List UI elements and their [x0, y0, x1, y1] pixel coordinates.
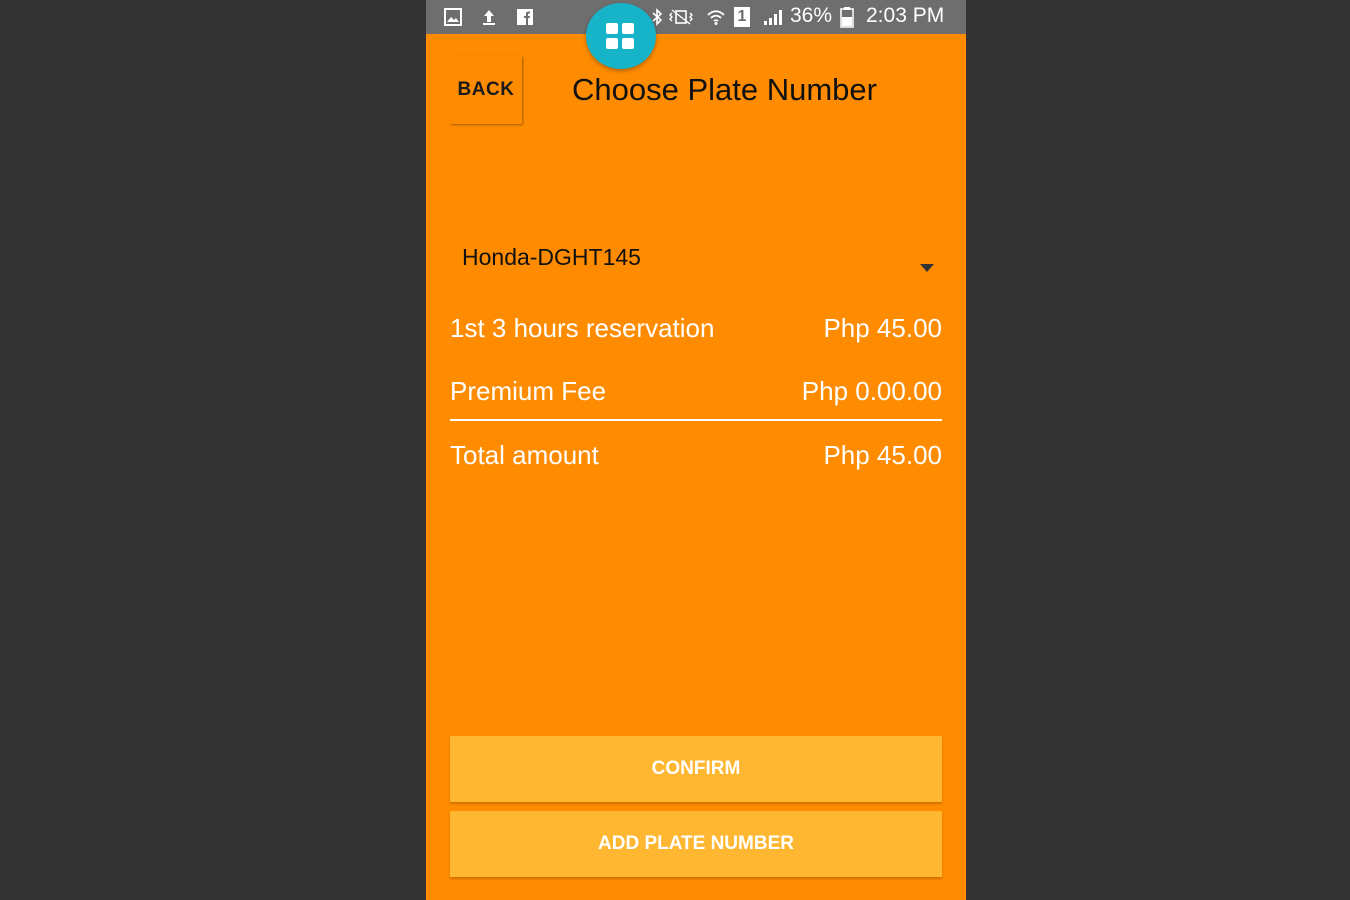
total-amount-row: Total amount Php 45.00: [450, 440, 942, 480]
facebook-icon: [517, 9, 533, 25]
premium-fee-row: Premium Fee Php 0.00.00: [450, 376, 942, 416]
reservation-fee-row: 1st 3 hours reservation Php 45.00: [450, 313, 942, 353]
app-switcher-button[interactable]: [586, 3, 656, 69]
vibrate-icon: [669, 9, 693, 25]
battery-percent: 36%: [790, 4, 833, 27]
confirm-button[interactable]: CONFIRM: [450, 736, 942, 802]
gallery-icon: [444, 8, 462, 26]
dropdown-arrow-icon: [920, 264, 934, 272]
total-amount-value: Php 45.00: [823, 440, 942, 470]
premium-fee-label: Premium Fee: [450, 376, 607, 406]
signal-icon: [764, 10, 782, 25]
reservation-fee-label: 1st 3 hours reservation: [450, 313, 715, 343]
reservation-fee-amount: Php 45.00: [823, 313, 942, 343]
sim-number: 1: [737, 8, 747, 25]
clock: 2:03 PM: [866, 4, 945, 27]
summary-divider: [450, 419, 942, 421]
app-screen: 1 36% 2:03 PM BACK Choose Plate Number H…: [426, 0, 966, 900]
sim-icon: 1: [734, 7, 750, 27]
wifi-icon: [707, 10, 725, 25]
plate-number-selected: Honda-DGHT145: [462, 244, 641, 270]
plate-number-dropdown[interactable]: Honda-DGHT145: [450, 236, 942, 286]
page-title: Choose Plate Number: [572, 72, 877, 107]
total-amount-label: Total amount: [450, 440, 599, 470]
add-plate-number-button[interactable]: ADD PLATE NUMBER: [450, 811, 942, 877]
premium-fee-amount: Php 0.00.00: [801, 376, 942, 406]
status-bar: 1 36% 2:03 PM: [426, 0, 966, 34]
battery-icon: [840, 7, 854, 28]
upload-icon: [483, 10, 495, 25]
back-button[interactable]: BACK: [450, 56, 522, 124]
